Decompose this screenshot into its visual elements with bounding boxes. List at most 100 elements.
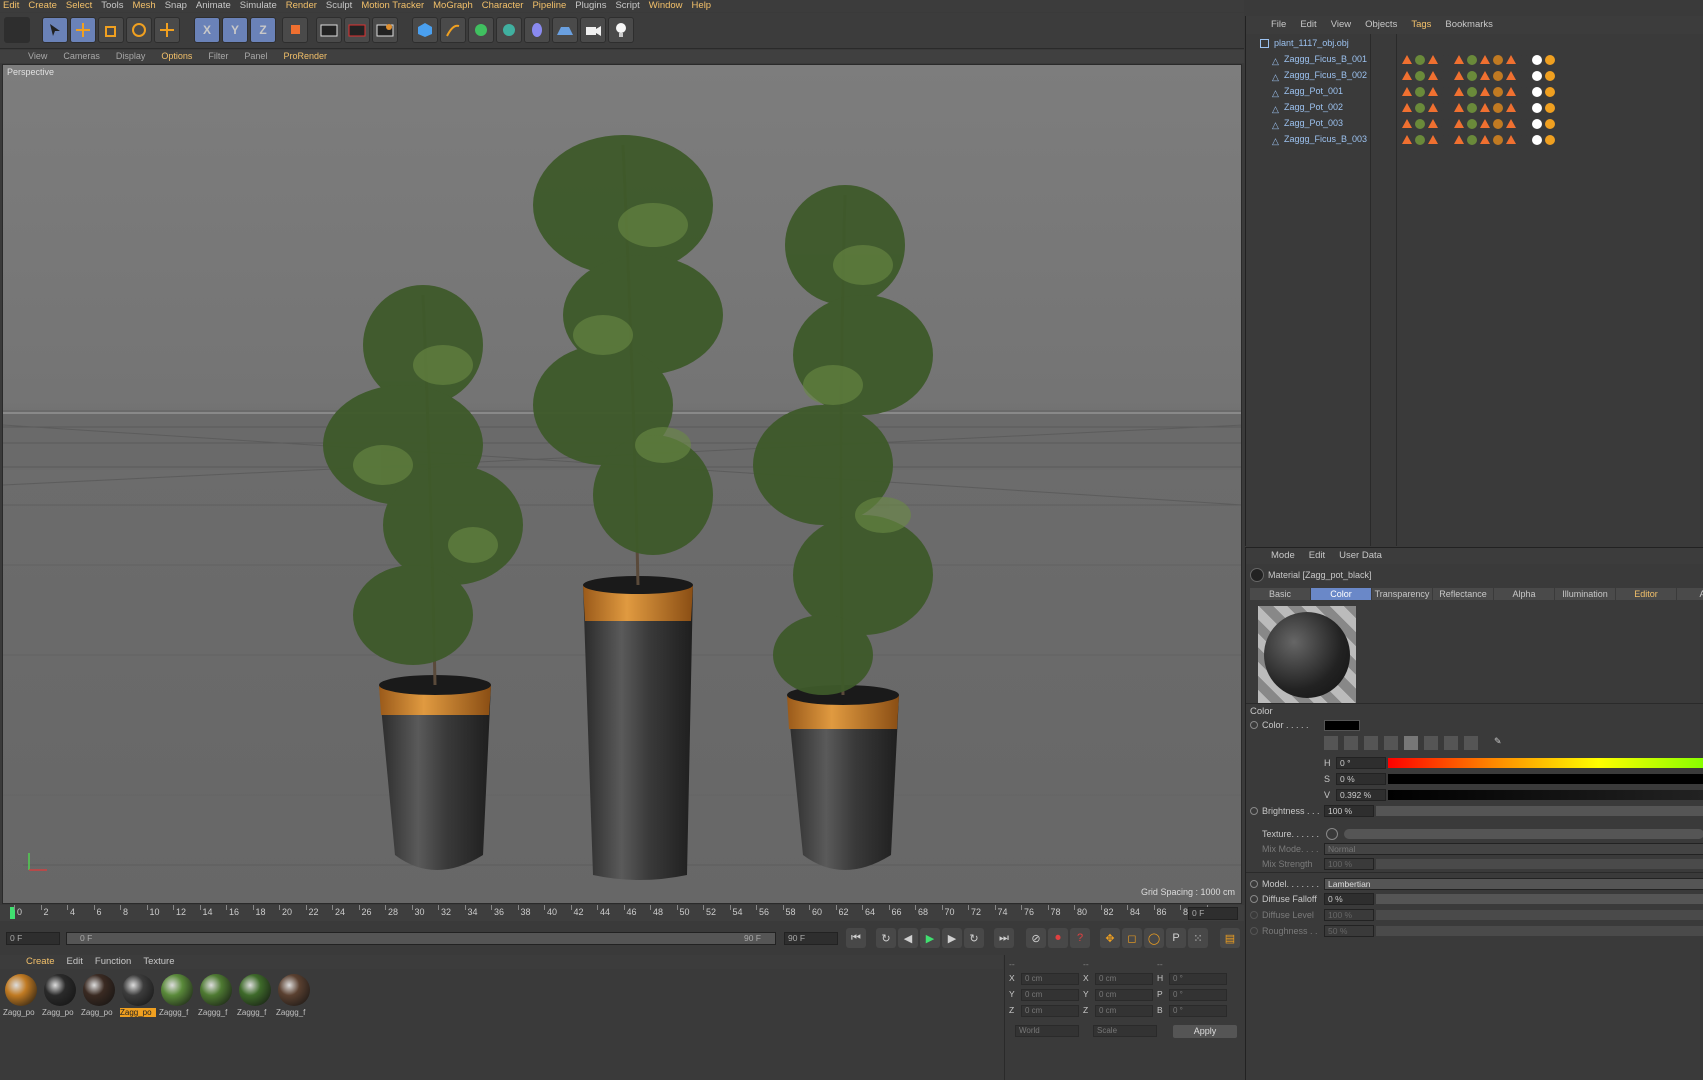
deformer-icon[interactable] bbox=[496, 17, 522, 43]
max-frame-field[interactable]: 90 F bbox=[784, 932, 838, 945]
brightness-slider[interactable] bbox=[1376, 806, 1703, 816]
record-keys-icon[interactable]: ⊘ bbox=[1026, 928, 1046, 948]
animate-dot-icon[interactable] bbox=[1250, 911, 1258, 919]
phong-tag-icon[interactable] bbox=[1480, 119, 1490, 128]
material-tag-icon[interactable] bbox=[1545, 71, 1555, 81]
play-icon[interactable]: ▶ bbox=[920, 928, 940, 948]
coord-field[interactable]: 0 ° bbox=[1169, 973, 1227, 985]
tab-ass[interactable]: Ass bbox=[1677, 588, 1703, 600]
select-tool-icon[interactable] bbox=[42, 17, 68, 43]
menu-item[interactable]: Select bbox=[63, 0, 98, 12]
phong-tag-icon[interactable] bbox=[1428, 103, 1438, 112]
environment-icon[interactable] bbox=[524, 17, 550, 43]
object-row[interactable]: △ Zaggg_Ficus_B_002 bbox=[1246, 68, 1703, 83]
menu-item[interactable]: Mesh bbox=[129, 0, 161, 12]
diffuse-level-slider[interactable] bbox=[1376, 910, 1703, 920]
menu-item[interactable]: Tools bbox=[98, 0, 129, 12]
menu-item[interactable]: Simulate bbox=[237, 0, 283, 12]
value-field[interactable]: 0.392 % bbox=[1336, 789, 1386, 801]
tab-illumination[interactable]: Illumination bbox=[1555, 588, 1615, 600]
perspective-viewport[interactable]: Perspective Grid Spacing : 1000 cm bbox=[2, 64, 1242, 904]
animate-dot-icon[interactable] bbox=[1250, 807, 1258, 815]
menu-item[interactable]: Motion Tracker bbox=[358, 0, 430, 12]
ping-pong-icon[interactable]: ↻ bbox=[964, 928, 984, 948]
material-tag-icon[interactable] bbox=[1532, 71, 1542, 81]
material-menu-item[interactable]: Texture bbox=[137, 955, 180, 969]
phong-tag-icon[interactable] bbox=[1402, 135, 1412, 144]
saturation-field[interactable]: 0 % bbox=[1336, 773, 1386, 785]
go-to-start-icon[interactable]: ⏮ bbox=[846, 928, 866, 948]
phong-tag-icon[interactable] bbox=[1506, 87, 1516, 96]
coord-field[interactable]: 0 ° bbox=[1169, 989, 1227, 1001]
phong-tag-icon[interactable] bbox=[1402, 71, 1412, 80]
roughness-slider[interactable] bbox=[1376, 926, 1703, 936]
brightness-field[interactable]: 100 % bbox=[1324, 805, 1374, 817]
material-menu-item[interactable]: Edit bbox=[61, 955, 89, 969]
light-icon[interactable] bbox=[608, 17, 634, 43]
material-tag-icon[interactable] bbox=[1415, 87, 1425, 97]
cube-primitive-icon[interactable] bbox=[412, 17, 438, 43]
material-tag-icon[interactable] bbox=[1532, 119, 1542, 129]
spectrum-icon[interactable] bbox=[1344, 736, 1358, 750]
object-row[interactable]: △ Zagg_Pot_003 bbox=[1246, 116, 1703, 131]
phong-tag-icon[interactable] bbox=[1454, 119, 1464, 128]
pen-spline-icon[interactable] bbox=[440, 17, 466, 43]
material-tag-icon[interactable] bbox=[1493, 55, 1503, 65]
material-tag-icon[interactable] bbox=[1467, 71, 1477, 81]
undo-button[interactable] bbox=[4, 17, 30, 43]
key-pla-icon[interactable]: ⁙ bbox=[1188, 928, 1208, 948]
object-row[interactable]: △ Zaggg_Ficus_B_003 bbox=[1246, 132, 1703, 147]
saturation-slider[interactable] bbox=[1388, 774, 1703, 784]
tab-basic[interactable]: Basic bbox=[1250, 588, 1310, 600]
object-menu-item[interactable]: Objects bbox=[1358, 16, 1404, 34]
tab-editor[interactable]: Editor bbox=[1616, 588, 1676, 600]
material-tag-icon[interactable] bbox=[1545, 55, 1555, 65]
roughness-field[interactable]: 50 % bbox=[1324, 925, 1374, 937]
phong-tag-icon[interactable] bbox=[1402, 87, 1412, 96]
viewport-menu-item[interactable]: Cameras bbox=[55, 50, 108, 63]
material-tag-icon[interactable] bbox=[1415, 119, 1425, 129]
phong-tag-icon[interactable] bbox=[1428, 55, 1438, 64]
phong-tag-icon[interactable] bbox=[1480, 71, 1490, 80]
hsv-icon[interactable] bbox=[1404, 736, 1418, 750]
coord-field[interactable]: 0 cm bbox=[1021, 973, 1079, 985]
phong-tag-icon[interactable] bbox=[1506, 103, 1516, 112]
menu-item[interactable]: Create bbox=[25, 0, 63, 12]
coord-field[interactable]: 0 cm bbox=[1095, 989, 1153, 1001]
coord-scale-select[interactable]: Scale bbox=[1093, 1025, 1157, 1037]
coordinate-system-icon[interactable] bbox=[282, 17, 308, 43]
viewport-menu-item[interactable]: ProRender bbox=[275, 50, 335, 63]
tab-transparency[interactable]: Transparency bbox=[1372, 588, 1432, 600]
material-tag-icon[interactable] bbox=[1467, 87, 1477, 97]
material-tag-icon[interactable] bbox=[1441, 87, 1451, 97]
hue-slider[interactable] bbox=[1388, 758, 1703, 768]
floor-icon[interactable] bbox=[552, 17, 578, 43]
coord-field[interactable]: 0 cm bbox=[1095, 1005, 1153, 1017]
diffuse-falloff-slider[interactable] bbox=[1376, 894, 1703, 904]
material-tag-icon[interactable] bbox=[1545, 135, 1555, 145]
go-to-end-icon[interactable]: ⏭ bbox=[994, 928, 1014, 948]
rgb-icon[interactable] bbox=[1384, 736, 1398, 750]
material-thumbnail[interactable]: Zagg_po bbox=[42, 972, 78, 1020]
material-tag-icon[interactable] bbox=[1532, 87, 1542, 97]
material-tag-icon[interactable] bbox=[1493, 135, 1503, 145]
generator-icon[interactable] bbox=[468, 17, 494, 43]
animate-dot-icon[interactable] bbox=[1250, 927, 1258, 935]
phong-tag-icon[interactable] bbox=[1480, 103, 1490, 112]
phong-tag-icon[interactable] bbox=[1402, 55, 1412, 64]
phong-tag-icon[interactable] bbox=[1454, 71, 1464, 80]
material-tag-icon[interactable] bbox=[1545, 119, 1555, 129]
phong-tag-icon[interactable] bbox=[1428, 87, 1438, 96]
model-select[interactable]: Lambertian bbox=[1324, 878, 1703, 890]
menu-item[interactable]: Character bbox=[479, 0, 530, 12]
material-tag-icon[interactable] bbox=[1441, 71, 1451, 81]
menu-item[interactable]: Animate bbox=[193, 0, 237, 12]
viewport-menu-item[interactable]: Filter bbox=[200, 50, 236, 63]
menu-item[interactable]: Sculpt bbox=[323, 0, 358, 12]
color-swatch[interactable] bbox=[1324, 720, 1360, 731]
phong-tag-icon[interactable] bbox=[1428, 119, 1438, 128]
kelvin-icon[interactable] bbox=[1424, 736, 1438, 750]
attribute-menu-item[interactable]: Edit bbox=[1302, 548, 1332, 564]
step-back-icon[interactable]: ◀ bbox=[898, 928, 918, 948]
end-frame-field[interactable]: 0 F bbox=[1188, 907, 1238, 920]
